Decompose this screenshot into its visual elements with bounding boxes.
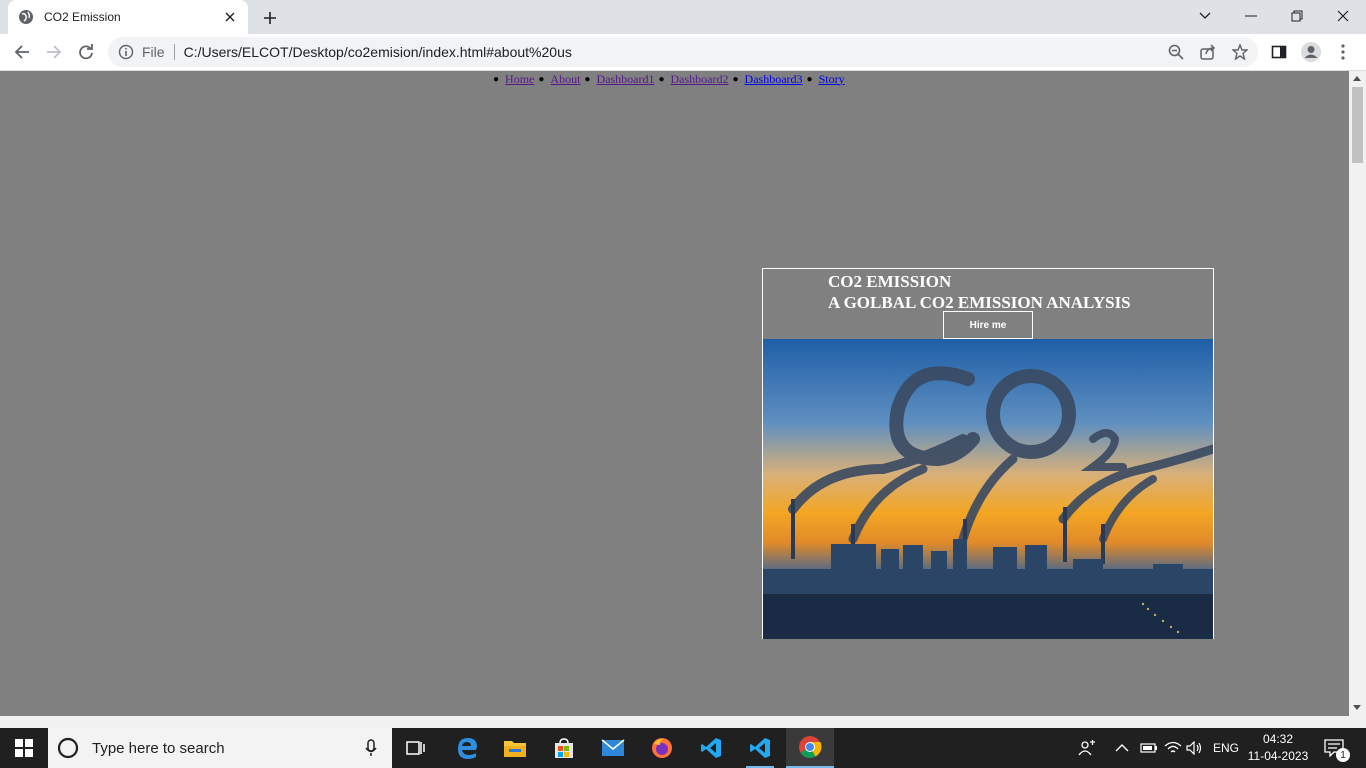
back-icon[interactable]: [8, 38, 36, 66]
cortana-circle-icon: [57, 737, 79, 759]
share-icon[interactable]: [1195, 39, 1221, 65]
nav-link-story[interactable]: Story: [819, 72, 845, 87]
battery-icon[interactable]: [1140, 728, 1158, 768]
new-tab-icon[interactable]: [258, 6, 282, 30]
scroll-thumb[interactable]: [1352, 87, 1363, 163]
file-explorer-icon[interactable]: [491, 728, 539, 768]
forward-icon[interactable]: [40, 38, 68, 66]
store-icon[interactable]: [540, 728, 588, 768]
separator: [173, 44, 175, 60]
task-view-icon[interactable]: [392, 728, 440, 768]
browser-tab[interactable]: CO2 Emission: [8, 0, 248, 34]
co2-smoke-image: [763, 339, 1213, 639]
nav-link-dashboard2[interactable]: Dashboard2: [671, 72, 729, 87]
restore-icon[interactable]: [1274, 0, 1320, 32]
nav-item: ● Dashboard3: [732, 71, 803, 87]
chrome-icon[interactable]: [786, 728, 834, 768]
info-icon[interactable]: [118, 44, 134, 60]
menu-kebab-icon[interactable]: [1330, 39, 1356, 65]
nav-item: ● Home: [493, 71, 535, 87]
notifications-icon[interactable]: 1: [1324, 728, 1350, 768]
notification-badge: 1: [1336, 748, 1350, 762]
nav-item: ● About: [538, 71, 581, 87]
windows-start-icon[interactable]: [0, 728, 48, 768]
close-tab-icon[interactable]: [222, 9, 238, 25]
hire-me-button[interactable]: Hire me: [943, 311, 1033, 339]
firefox-icon[interactable]: [638, 728, 686, 768]
scroll-up-icon[interactable]: [1353, 76, 1361, 81]
nav-link-about[interactable]: About: [550, 72, 580, 87]
close-window-icon[interactable]: [1320, 0, 1366, 32]
address-bar[interactable]: File C:/Users/ELCOT/Desktop/co2emision/i…: [108, 37, 1258, 67]
nav-item: ● Story: [806, 71, 845, 87]
hero-subtitle: A GOLBAL CO2 EMISSION ANALYSIS: [828, 293, 1131, 312]
nav-link-home[interactable]: Home: [505, 72, 534, 87]
hero-section: CO2 EMISSION A GOLBAL CO2 EMISSION ANALY…: [762, 268, 1214, 639]
tab-strip: CO2 Emission: [0, 0, 1366, 34]
language-indicator[interactable]: ENG: [1213, 728, 1239, 768]
bookmark-star-icon[interactable]: [1227, 39, 1253, 65]
side-panel-icon[interactable]: [1266, 39, 1292, 65]
tab-search-icon[interactable]: [1182, 0, 1228, 32]
vscode-window-icon[interactable]: [736, 728, 784, 768]
taskbar-search[interactable]: Type here to search: [48, 728, 392, 768]
nav-menu: ● Home ● About ● Dashboard1 ● Dashboard2 ● Da…: [489, 71, 845, 87]
nav-item: ● Dashboard2: [658, 71, 729, 87]
scheme-label: File: [142, 44, 165, 60]
clock-date: 11-04-2023: [1247, 749, 1309, 763]
profile-avatar-icon[interactable]: [1298, 39, 1324, 65]
reload-icon[interactable]: [72, 38, 100, 66]
search-placeholder: Type here to search: [92, 739, 225, 757]
globe-icon: [19, 10, 33, 24]
windows-taskbar: Type here to search ENG 04:32 11-04-2023…: [0, 728, 1366, 768]
volume-icon[interactable]: [1186, 728, 1204, 768]
clock-time: 04:32: [1262, 732, 1294, 746]
zoom-icon[interactable]: [1163, 39, 1189, 65]
page-bottom-strip: [0, 716, 1366, 728]
nav-link-dashboard3[interactable]: Dashboard3: [745, 72, 803, 87]
chevron-up-icon[interactable]: [1115, 728, 1129, 768]
edge-icon[interactable]: [443, 728, 491, 768]
vscode-icon[interactable]: [687, 728, 735, 768]
nav-link-dashboard1[interactable]: Dashboard1: [596, 72, 654, 87]
url-text[interactable]: C:/Users/ELCOT/Desktop/co2emision/index.…: [184, 44, 572, 60]
tab-title: CO2 Emission: [44, 10, 121, 24]
page-viewport: ● Home ● About ● Dashboard1 ● Dashboard2 ● Da…: [0, 71, 1349, 716]
microphone-icon[interactable]: [365, 739, 377, 757]
minimize-icon[interactable]: [1228, 0, 1274, 32]
hero-heading: CO2 EMISSION A GOLBAL CO2 EMISSION ANALY…: [828, 271, 1131, 313]
scroll-down-icon[interactable]: [1353, 705, 1361, 710]
mail-icon[interactable]: [589, 728, 637, 768]
browser-toolbar: File C:/Users/ELCOT/Desktop/co2emision/i…: [0, 34, 1366, 71]
people-icon[interactable]: [1078, 728, 1096, 768]
vertical-scrollbar[interactable]: [1349, 71, 1366, 716]
hero-title: CO2 EMISSION: [828, 272, 952, 291]
wifi-icon[interactable]: [1164, 728, 1182, 768]
clock[interactable]: 04:32 11-04-2023: [1244, 731, 1312, 765]
nav-item: ● Dashboard1: [584, 71, 655, 87]
